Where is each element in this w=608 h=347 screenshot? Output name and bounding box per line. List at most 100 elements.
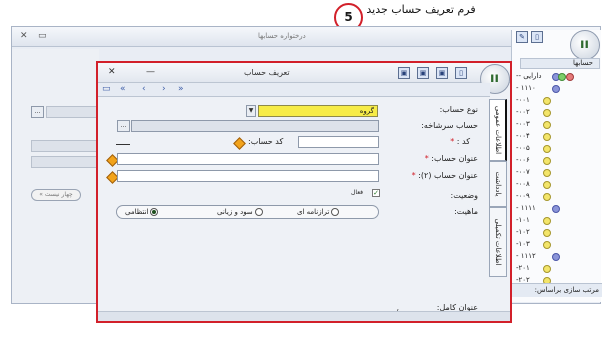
nature-disciplinary-radio[interactable]: انتظامی <box>125 208 159 217</box>
leaf-node-icon <box>543 121 551 129</box>
tree-node[interactable]: -۱۰۲ <box>512 228 600 237</box>
account-type-label: نوع حساب: <box>439 105 478 114</box>
tree-node-code: -۰۰۴ <box>516 132 530 140</box>
tree-node[interactable]: -۲۰۱ <box>512 264 600 273</box>
account-title-label: عنوان حساب: * <box>425 154 478 163</box>
code-label-text: کد : <box>456 137 470 146</box>
save-icon[interactable]: ▣ <box>398 67 410 79</box>
leaf-node-icon <box>543 241 551 249</box>
account-type-select[interactable]: گروه <box>258 105 378 117</box>
edit-icon[interactable]: ✎ <box>516 31 528 43</box>
tree-node[interactable]: -۱۰۳ <box>512 240 600 249</box>
tree-node[interactable]: -۰۰۵ <box>512 144 600 153</box>
tab-notes[interactable]: یادداشت <box>489 161 507 207</box>
tab-extra-info[interactable]: اطلاعات تکمیلی <box>489 207 507 277</box>
browse-parent-button[interactable]: … <box>117 120 130 132</box>
tab-accounts[interactable]: حسابها <box>520 58 600 69</box>
parent-account-field[interactable] <box>131 120 379 132</box>
account-title2-label: عنوان حساب (۲): * <box>412 171 478 180</box>
nature-balance-label: ترازنامه ای <box>297 208 330 216</box>
warning-icon <box>233 137 246 150</box>
tree-node-code: -۰۰۵ <box>516 144 530 152</box>
tree-node[interactable]: - ۱۱۱۱ <box>512 204 600 213</box>
leaf-node-icon <box>543 193 551 201</box>
define-account-dialog: ✕ — تعریف حساب ▣ ▣ ▣ ▯ ıı ▭ « ‹ › » اطلا… <box>96 61 512 323</box>
tree-node[interactable]: - ۱۱۱۰ <box>512 84 600 93</box>
tree-node[interactable]: -۰۰۲ <box>512 108 600 117</box>
active-label: فعال <box>351 189 363 196</box>
nature-disciplinary-label: انتظامی <box>125 208 149 216</box>
new-record-icon[interactable]: ▭ <box>102 84 111 95</box>
active-checkbox[interactable]: ✓ <box>372 189 380 197</box>
leaf-node-icon <box>543 145 551 153</box>
tree-node-code: -۰۰۶ <box>516 156 530 164</box>
status-pill[interactable]: « چهار نیست <box>31 189 81 201</box>
code-field[interactable] <box>298 136 379 148</box>
next-record-button[interactable]: › <box>162 84 166 95</box>
radio-circle <box>254 208 263 216</box>
nature-balance-radio[interactable]: ترازنامه ای <box>297 208 340 217</box>
tree-node[interactable]: -۰۰۴ <box>512 132 600 141</box>
nature-label: ماهیت: <box>454 207 478 216</box>
tree-node-code: -۰۰۹ <box>516 192 530 200</box>
tree-node[interactable]: -۰۰۱ <box>512 96 600 105</box>
red-status-icon <box>566 73 574 81</box>
leaf-node-icon <box>543 109 551 117</box>
dialog-status-bar <box>98 311 510 321</box>
tree-node-code: -۰۰۲ <box>516 108 530 116</box>
green-status-icon <box>558 73 566 81</box>
required-mark: * <box>450 137 455 146</box>
code-prefix-field <box>116 136 226 148</box>
account-title2-label-text: عنوان حساب (۲): <box>418 171 478 180</box>
nature-profit-loss-radio[interactable]: سود و زیانی <box>217 208 263 217</box>
nature-radio-group: ترازنامه ای سود و زیانی انتظامی <box>116 205 379 219</box>
code-label: کد : * <box>450 137 470 146</box>
leaf-node-icon <box>543 265 551 273</box>
minimize-icon[interactable]: — <box>146 67 155 77</box>
tree-node[interactable]: -۰۰۷ <box>512 168 600 177</box>
app-logo: ıı <box>570 30 600 60</box>
account-title-field[interactable] <box>117 153 379 165</box>
status-label: وضعیت: <box>450 191 478 200</box>
details-panel: … « چهار نیست <box>12 49 99 303</box>
close-icon[interactable]: ✕ <box>108 67 116 77</box>
dialog-title: تعریف حساب <box>244 68 290 77</box>
save-new-icon[interactable]: ▣ <box>417 67 429 79</box>
parent-account-label: حساب سرشاخه: <box>421 121 478 130</box>
group-node-icon <box>552 85 560 93</box>
chevron-down-icon[interactable]: ▼ <box>246 105 256 117</box>
tree-node[interactable]: - ۱۱۱۲ <box>512 252 600 261</box>
tab-general-info[interactable]: اطلاعات عمومی <box>489 99 507 161</box>
dialog-side-tabs: اطلاعات عمومی یادداشت اطلاعات تکمیلی <box>489 99 510 311</box>
new-document-icon[interactable]: ▯ <box>455 67 467 79</box>
dialog-titlebar: ✕ — تعریف حساب ▣ ▣ ▣ ▯ <box>98 63 510 83</box>
tree-node-code: -۰۰۳ <box>516 120 530 128</box>
leaf-node-icon <box>543 229 551 237</box>
tab-label: اطلاعات تکمیلی <box>494 218 502 266</box>
tree-node-code: -۰۰۱ <box>516 96 530 104</box>
tree-node-code: - ۱۱۱۱ <box>516 204 536 212</box>
tree-node-code: - ۱۱۱۰ <box>516 84 536 92</box>
radio-circle <box>331 208 340 216</box>
tree-node[interactable]: -۰۰۳ <box>512 120 600 129</box>
first-record-button[interactable]: « <box>120 84 126 95</box>
radio-circle-selected <box>150 208 159 216</box>
previous-record-button[interactable]: ‹ <box>142 84 146 95</box>
new-document-icon[interactable]: ▯ <box>531 31 543 43</box>
account-title2-field[interactable] <box>117 170 379 182</box>
tree-node[interactable]: -- دارایی <box>512 72 600 81</box>
last-record-button[interactable]: » <box>178 84 184 95</box>
tree-node[interactable]: -۰۰۶ <box>512 156 600 165</box>
tree-node-code: - ۱۱۱۲ <box>516 252 536 260</box>
leaf-node-icon <box>543 157 551 165</box>
leaf-node-icon <box>543 133 551 141</box>
tree-node[interactable]: -۰۰۸ <box>512 180 600 189</box>
browse-button[interactable]: … <box>31 106 44 118</box>
tree-node[interactable]: -۱۰۱ <box>512 216 600 225</box>
tab-label: یادداشت <box>494 171 502 197</box>
close-icon[interactable]: ✕ <box>20 31 28 41</box>
annotation-caption: فرم تعریف حساب جدید <box>366 3 476 16</box>
minimize-icon[interactable]: ▭ <box>38 31 47 41</box>
save-close-icon[interactable]: ▣ <box>436 67 448 79</box>
tree-node[interactable]: -۰۰۹ <box>512 192 600 201</box>
